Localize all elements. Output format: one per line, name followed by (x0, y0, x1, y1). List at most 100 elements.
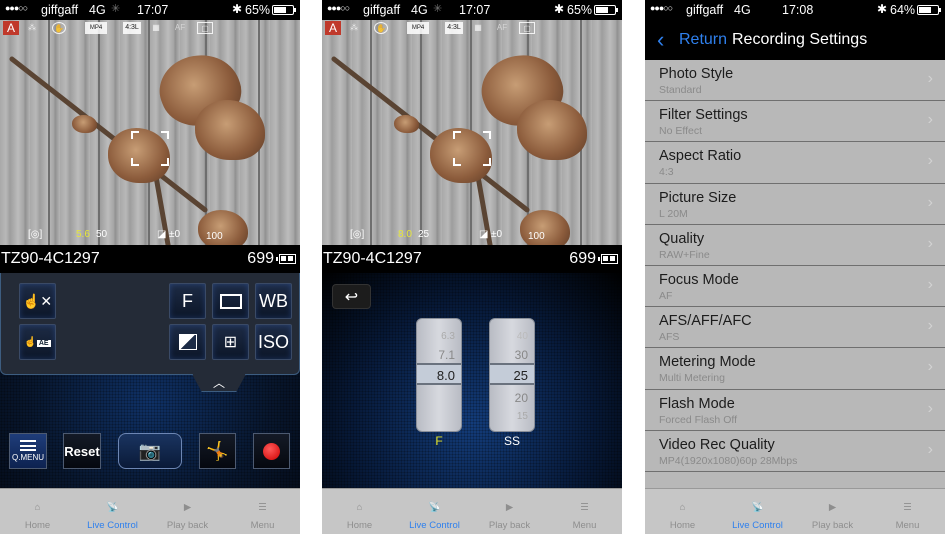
collapse-panel-button[interactable]: ︿ (192, 374, 246, 392)
chevron-right-icon: › (927, 440, 933, 458)
network-type: 4G (734, 3, 751, 17)
phone-screen-exposure-dials: ●●●○○ giffgaff 4G ✳ 17:07 ✱ 65% A ⁂ ✋ MP… (322, 0, 622, 534)
settings-row-flash-mode[interactable]: Flash Mode Forced Flash Off › (645, 390, 945, 431)
tab-home[interactable]: ⌂ Home (322, 489, 397, 534)
white-balance-button[interactable]: WB (255, 283, 292, 319)
af-area-icon: ⊞ (223, 334, 238, 351)
metering-icon: [◎] (350, 229, 365, 240)
page-title: Recording Settings (732, 31, 868, 48)
status-bar: ●●●○○ giffgaff 4G ✳ 17:07 ✱ 65% (322, 0, 622, 20)
signal-strength: ●●●○○ (5, 3, 28, 13)
record-button[interactable] (253, 433, 290, 469)
tab-live-control[interactable]: 📡 Live Control (397, 489, 472, 534)
af-target-frame[interactable] (453, 131, 491, 166)
back-button[interactable]: ↩ (332, 284, 371, 309)
af-target-frame[interactable] (131, 131, 169, 166)
aperture-dial-label: F (435, 434, 443, 448)
osd-top-bar: A ⁂ ✋ MP4 4:3L ▦ AF ▢ (0, 20, 300, 38)
touch-ae-button[interactable]: ☝ AE (19, 324, 56, 360)
tab-home[interactable]: ⌂ Home (0, 489, 75, 534)
exposure-icon: ◪ (157, 229, 167, 240)
tab-menu[interactable]: ☰ Menu (225, 489, 300, 534)
signal-strength: ●●●○○ (327, 3, 350, 13)
settings-row-quality[interactable]: Quality RAW+Fine › (645, 225, 945, 266)
battery-icon (272, 5, 296, 15)
settings-row-focus-mode[interactable]: Focus Mode AF › (645, 266, 945, 308)
metering-icon: [◎] (28, 229, 43, 240)
tab-live-control[interactable]: 📡 Live Control (75, 489, 150, 534)
activity-spinner-icon: ✳ (111, 3, 121, 15)
camera-battery-icon (598, 254, 618, 264)
exposure-value: ±0 (169, 229, 181, 240)
battery-percent: 65% (245, 3, 271, 17)
chevron-right-icon: › (927, 317, 933, 335)
camera-name: TZ90-4C1297 (1, 250, 100, 267)
settings-row-afs-aff-afc[interactable]: AFS/AFF/AFC AFS › (645, 307, 945, 349)
chevron-left-icon[interactable]: ‹ (657, 27, 664, 53)
touch-shutter-cancel-button[interactable]: ☝✕ (19, 283, 56, 319)
dial-value: 7.1 (438, 348, 455, 362)
drive-mode-icon: ⁂ (28, 23, 36, 32)
touch-ae-icon: ☝ AE (24, 336, 51, 348)
tab-play-back[interactable]: ▶ Play back (472, 489, 547, 534)
phone-screen-live-control: ●●●○○ giffgaff 4G ✳ 17:07 ✱ 65% A ⁂ ✋ MP… (0, 0, 300, 534)
tab-live-control[interactable]: 📡 Live Control (720, 489, 795, 534)
settings-row-photo-style[interactable]: Photo Style Standard › (645, 60, 945, 102)
settings-list: Photo Style Standard › Filter Settings No E… (645, 60, 945, 488)
live-view[interactable]: A ⁂ ✋ MP4 4:3L ▦ AF ▢ [◎] 8.0 25 ◪ ±0 10… (322, 20, 622, 245)
af-area-button[interactable]: ⊞ (212, 324, 249, 360)
carrier-name: giffgaff (686, 3, 724, 17)
picture-size-icon: 4:3L (123, 22, 141, 34)
q-menu-button[interactable]: Q.MENU (9, 433, 47, 469)
aspect-ratio-button[interactable] (212, 283, 249, 319)
exposure-value: ±0 (491, 229, 503, 240)
reset-button[interactable]: Reset (63, 433, 101, 469)
dial-value: 40 (516, 331, 528, 342)
network-type: 4G (89, 3, 106, 17)
settings-row-aspect-ratio[interactable]: Aspect Ratio 4:3 › (645, 142, 945, 184)
af-mode-icon: AF (496, 23, 508, 32)
clock: 17:07 (137, 3, 169, 17)
record-icon (263, 442, 280, 460)
camera-icon: 📷 (138, 440, 162, 461)
dial-value-selected: 25 (513, 368, 528, 383)
home-icon: ⌂ (34, 501, 41, 513)
tab-play-back[interactable]: ▶ Play back (150, 489, 225, 534)
aperture-button[interactable]: F (169, 283, 206, 319)
iso-value: 100 (206, 231, 223, 242)
exposure-compensation-button[interactable] (169, 324, 206, 360)
settings-row-picture-size[interactable]: Picture Size L 20M › (645, 184, 945, 225)
tab-menu[interactable]: ☰ Menu (870, 489, 945, 534)
shutter-button[interactable]: 📷 (118, 433, 182, 469)
quality-icon: ▦ (474, 23, 482, 32)
chevron-right-icon: › (927, 358, 933, 376)
creative-mode-button[interactable]: 🤸 (199, 433, 236, 469)
osd-bottom-bar: [◎] 8.0 25 ◪ ±0 100 (322, 229, 622, 243)
return-button[interactable]: Return (679, 31, 727, 49)
aperture-dial[interactable]: 6.3 7.1 8.0 (416, 318, 462, 432)
settings-row-video-rec-quality[interactable]: Video Rec Quality MP4(1920x1080)60p 28Mbp… (645, 431, 945, 472)
live-view[interactable]: A ⁂ ✋ MP4 4:3L ▦ AF ▢ [◎] 5.6 50 ◪ ±0 10… (0, 20, 300, 245)
camera-info-bar: TZ90-4C1297 699 (322, 245, 622, 273)
settings-row-metering-mode[interactable]: Metering Mode Multi Metering › (645, 348, 945, 390)
menu-icon: ☰ (258, 501, 267, 513)
play-icon: ▶ (505, 501, 514, 513)
tab-bar: ⌂ Home 📡 Live Control ▶ Play back ☰ Menu (645, 488, 945, 534)
shooting-mode-badge: A (325, 21, 341, 35)
drive-mode-icon: ⁂ (350, 23, 358, 32)
remote-icon: 📡 (751, 501, 764, 513)
jumping-person-icon: 🤸 (206, 440, 229, 461)
bluetooth-icon: ✱ (877, 2, 888, 16)
tab-menu[interactable]: ☰ Menu (547, 489, 622, 534)
settings-row-filter-settings[interactable]: Filter Settings No Effect › (645, 101, 945, 143)
shutter-speed-dial[interactable]: 40 30 25 20 15 (489, 318, 535, 432)
undo-arrow-icon: ↩ (344, 288, 359, 306)
iso-button[interactable]: ISO (255, 324, 292, 360)
chevron-right-icon: › (927, 234, 933, 252)
tab-play-back[interactable]: ▶ Play back (795, 489, 870, 534)
shooting-mode-badge: A (3, 21, 19, 35)
tab-home[interactable]: ⌂ Home (645, 489, 720, 534)
home-icon: ⌂ (356, 501, 363, 513)
af-area-icon: ▢ (519, 22, 535, 34)
activity-spinner-icon: ✳ (433, 3, 443, 15)
